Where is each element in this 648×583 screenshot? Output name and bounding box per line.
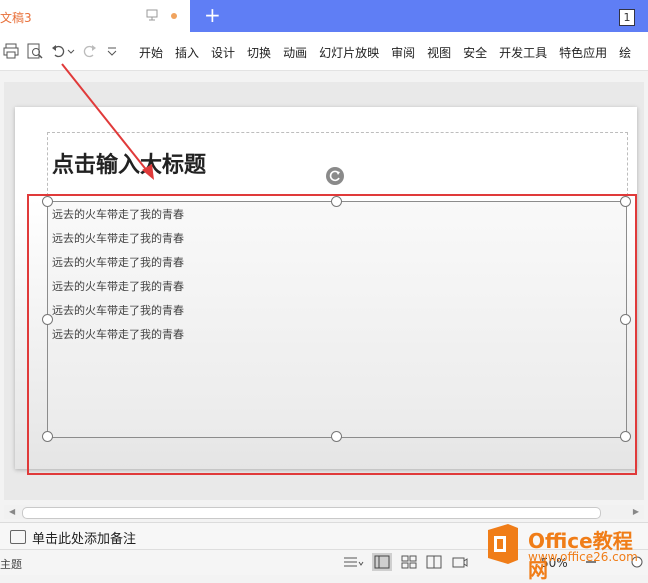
office-logo-icon bbox=[488, 524, 518, 564]
notes-placeholder[interactable]: 单击此处添加备注 bbox=[32, 528, 136, 547]
watermark-url: www.office26.com bbox=[528, 550, 638, 564]
notes-icon bbox=[10, 530, 26, 544]
horizontal-scrollbar[interactable]: ◀ ▶ bbox=[4, 505, 644, 519]
watermark: Office教程网 www.office26.com bbox=[484, 522, 648, 582]
scroll-left-icon[interactable]: ◀ bbox=[9, 507, 15, 516]
presenter-view-icon[interactable] bbox=[452, 555, 468, 569]
scrollbar-thumb[interactable] bbox=[22, 507, 601, 519]
normal-view-icon[interactable] bbox=[372, 553, 392, 571]
scroll-right-icon[interactable]: ▶ bbox=[633, 507, 639, 516]
notes-toggle-icon[interactable] bbox=[343, 555, 365, 569]
annotation-arrow-icon bbox=[61, 63, 154, 180]
theme-label: 主题 bbox=[0, 558, 22, 571]
slide-sorter-icon[interactable] bbox=[401, 555, 417, 569]
reading-view-icon[interactable] bbox=[426, 555, 442, 569]
